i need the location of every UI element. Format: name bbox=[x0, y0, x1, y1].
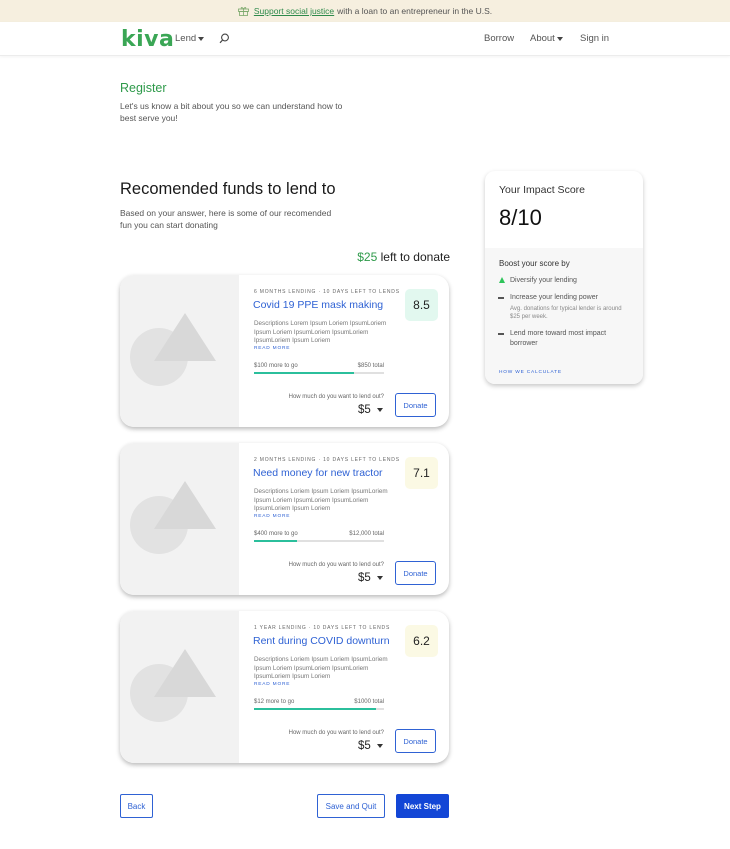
kiva-logo[interactable]: kiva bbox=[121, 27, 174, 52]
read-more-link[interactable]: READ MORE bbox=[254, 346, 290, 351]
loan-card: 1 YEAR LENDING · 10 DAYS LEFT TO LENDS R… bbox=[120, 611, 449, 763]
lend-question: How much do you want to lend out? bbox=[288, 394, 384, 400]
chevron-down-icon bbox=[376, 744, 383, 748]
recommended-subtitle: Based on your answer, here is some of ou… bbox=[120, 208, 332, 230]
loan-description: Descriptions Lorem Ipsum Loriem IpsumLor… bbox=[254, 320, 387, 344]
image-placeholder-icon bbox=[130, 649, 216, 722]
donate-button[interactable]: Donate bbox=[395, 729, 436, 753]
loan-score-badge: 6.2 bbox=[405, 625, 438, 657]
tip-lending-power-note: Avg. donations for typical lender is aro… bbox=[510, 306, 622, 320]
chevron-down-icon bbox=[198, 36, 205, 41]
left-suffix: left to donate bbox=[380, 250, 450, 264]
loan-progress-fill bbox=[254, 372, 355, 374]
lend-amount-value: $5 bbox=[358, 572, 371, 584]
how-we-calculate-link[interactable]: HOW WE CALCULATE bbox=[499, 370, 562, 375]
loan-image-placeholder bbox=[120, 611, 239, 763]
search-icon[interactable] bbox=[219, 33, 230, 44]
boost-title: Boost your score by bbox=[499, 259, 570, 268]
next-step-button[interactable]: Next Step bbox=[396, 794, 449, 818]
back-button[interactable]: Back bbox=[120, 794, 153, 818]
loan-title[interactable]: Rent during COVID downturn bbox=[253, 635, 390, 647]
loan-total: $1000 total bbox=[354, 699, 384, 705]
loan-description: Descriptions Loriem Ipsum Loriem IpsumLo… bbox=[254, 488, 388, 512]
lend-menu-label: Lend bbox=[175, 33, 197, 44]
chevron-down-icon bbox=[376, 576, 383, 580]
lend-amount-value: $5 bbox=[358, 404, 371, 416]
sign-in-link[interactable]: Sign in bbox=[580, 33, 609, 44]
chevron-down-icon bbox=[376, 408, 383, 412]
impact-score-title: Your Impact Score bbox=[499, 184, 585, 196]
loan-title[interactable]: Need money for new tractor bbox=[253, 467, 383, 479]
recommended-title: Recomended funds to lend to bbox=[120, 180, 336, 198]
donate-button[interactable]: Donate bbox=[395, 393, 436, 417]
loan-image-placeholder bbox=[120, 275, 239, 427]
loan-meta: 6 MONTHS LENDING · 10 DAYS LEFT TO LENDS bbox=[254, 289, 400, 295]
tip-lending-power: Increase your lending power bbox=[510, 294, 598, 301]
read-more-link[interactable]: READ MORE bbox=[254, 514, 290, 519]
lend-amount-select[interactable]: $5 bbox=[358, 572, 383, 584]
save-and-quit-button[interactable]: Save and Quit bbox=[317, 794, 385, 818]
tip-diversify: Diversify your lending bbox=[510, 277, 577, 284]
loan-meta: 1 YEAR LENDING · 10 DAYS LEFT TO LENDS bbox=[254, 625, 391, 631]
loan-meta: 2 MONTHS LENDING · 10 DAYS LEFT TO LENDS bbox=[254, 457, 400, 463]
left-amount: $25 bbox=[357, 250, 378, 264]
loan-total: $12,000 total bbox=[349, 531, 384, 537]
lend-amount-select[interactable]: $5 bbox=[358, 404, 383, 416]
loan-progress-fill bbox=[254, 708, 377, 710]
loan-description: Descriptions Loriem Ipsum Loriem IpsumLo… bbox=[254, 656, 388, 680]
image-placeholder-icon bbox=[130, 481, 216, 554]
amount-to-go: $100 more to go bbox=[254, 363, 298, 369]
register-title: Register bbox=[120, 81, 167, 95]
lend-question: How much do you want to lend out? bbox=[288, 730, 384, 736]
loan-total: $850 total bbox=[357, 363, 384, 369]
gift-icon bbox=[237, 7, 249, 16]
loan-card: 6 MONTHS LENDING · 10 DAYS LEFT TO LENDS… bbox=[120, 275, 449, 427]
tip-impact-borrower: Lend more toward most impact borrower bbox=[510, 330, 607, 347]
read-more-link[interactable]: READ MORE bbox=[254, 682, 290, 687]
amount-to-go: $12 more to go bbox=[254, 699, 295, 705]
arrow-up-icon bbox=[499, 277, 505, 283]
dash-icon bbox=[498, 297, 504, 299]
social-justice-link[interactable]: Support social justice bbox=[254, 6, 334, 16]
loan-progress-bar bbox=[254, 540, 384, 542]
loan-score-badge: 7.1 bbox=[405, 457, 438, 489]
lend-question: How much do you want to lend out? bbox=[288, 562, 384, 568]
borrow-link[interactable]: Borrow bbox=[484, 33, 514, 44]
loan-progress-fill bbox=[254, 540, 297, 542]
lend-menu[interactable]: Lend bbox=[175, 33, 205, 44]
donate-button[interactable]: Donate bbox=[395, 561, 436, 585]
image-placeholder-icon bbox=[130, 313, 216, 386]
register-subtitle: Let's us know a bit about you so we can … bbox=[120, 101, 343, 123]
loan-title[interactable]: Covid 19 PPE mask making bbox=[253, 299, 383, 311]
impact-score-value: 8/10 bbox=[499, 205, 542, 230]
amount-to-go: $400 more to go bbox=[254, 531, 298, 537]
chevron-down-icon bbox=[556, 36, 563, 41]
about-menu-label: About bbox=[530, 33, 555, 44]
loan-score-badge: 8.5 bbox=[405, 289, 438, 321]
banner-text: with a loan to an entrepreneur in the U.… bbox=[337, 6, 493, 16]
lend-amount-value: $5 bbox=[358, 740, 371, 752]
top-navigation: kiva Lend Borrow About Sign in bbox=[0, 22, 730, 56]
dash-icon bbox=[498, 333, 504, 335]
loan-image-placeholder bbox=[120, 443, 239, 595]
impact-score-panel: Your Impact Score 8/10 Boost your score … bbox=[485, 171, 643, 384]
loan-progress-bar bbox=[254, 372, 384, 374]
left-to-donate: $25 left to donate bbox=[300, 250, 450, 264]
lend-amount-select[interactable]: $5 bbox=[358, 740, 383, 752]
loan-card: 2 MONTHS LENDING · 10 DAYS LEFT TO LENDS… bbox=[120, 443, 449, 595]
loan-progress-bar bbox=[254, 708, 384, 710]
about-menu[interactable]: About bbox=[530, 33, 563, 44]
announcement-banner: Support social justice with a loan to an… bbox=[0, 0, 730, 22]
